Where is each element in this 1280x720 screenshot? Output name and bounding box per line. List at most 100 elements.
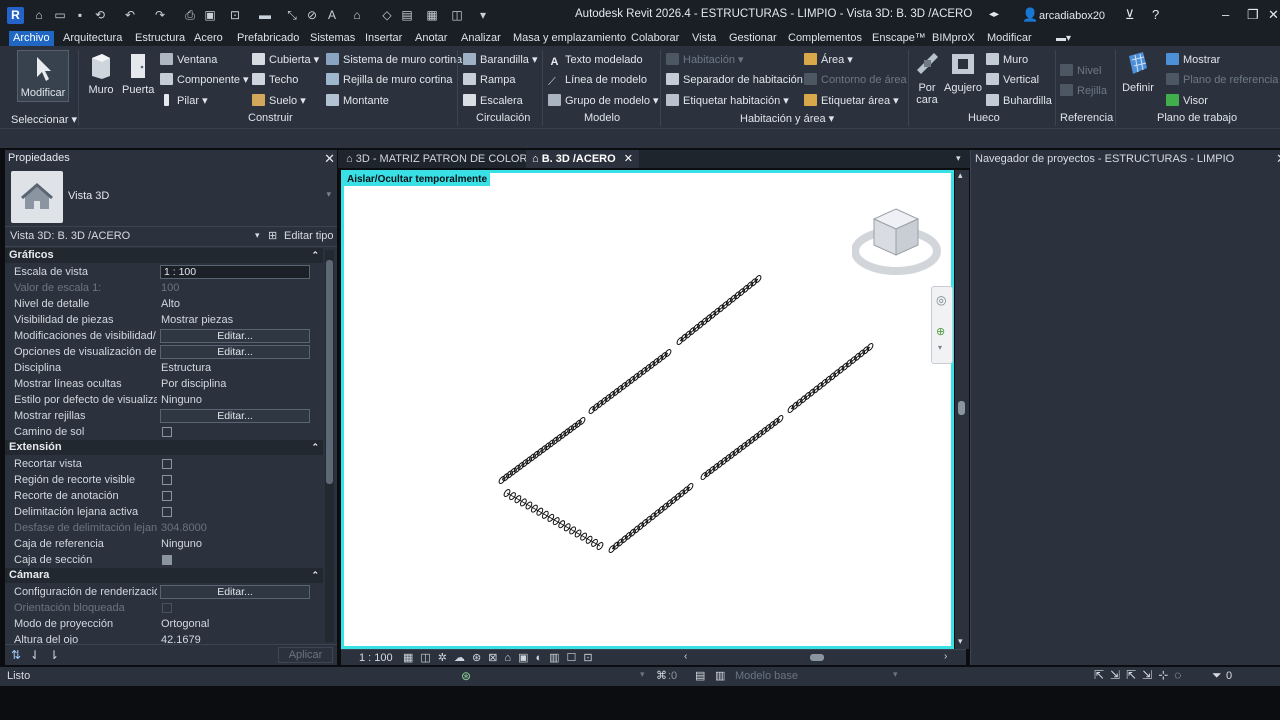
- area-button[interactable]: Área ▾: [804, 52, 853, 68]
- filter-icon[interactable]: ⏷: [1212, 668, 1222, 683]
- area-boundary-button[interactable]: Contorno de área: [804, 72, 907, 88]
- beam-line-1[interactable]: [498, 416, 586, 485]
- ceiling-button[interactable]: Techo: [252, 72, 298, 88]
- align-dim-icon[interactable]: ⤡: [285, 8, 299, 22]
- close-icon[interactable]: ✕: [1276, 151, 1280, 167]
- tab-colaborar[interactable]: Colaborar: [627, 31, 683, 46]
- properties-scrollbar[interactable]: [325, 250, 334, 642]
- property-checkbox[interactable]: [162, 555, 172, 565]
- collapse-icon[interactable]: ⌃: [311, 440, 319, 455]
- property-checkbox[interactable]: [162, 507, 172, 517]
- tab-modificar[interactable]: Modificar: [983, 31, 1036, 46]
- property-value[interactable]: Ninguno: [161, 392, 202, 408]
- tab-archivo[interactable]: Archivo: [9, 31, 54, 46]
- tab-prefabricado[interactable]: Prefabricado: [233, 31, 303, 46]
- beam-line-5[interactable]: [608, 482, 694, 554]
- edit-type-button[interactable]: Editar tipo: [284, 230, 334, 242]
- filter-count-icon[interactable]: ⌘: [656, 669, 667, 682]
- property-checkbox[interactable]: [162, 491, 172, 501]
- close-icon[interactable]: ✕: [324, 150, 335, 167]
- room-button[interactable]: Habitación ▾: [666, 52, 744, 68]
- tab-bimprox[interactable]: BIMproX: [928, 31, 979, 46]
- property-checkbox[interactable]: [162, 459, 172, 469]
- mullion-button[interactable]: Montante: [326, 93, 389, 109]
- user-name[interactable]: arcadiabox20: [1039, 10, 1105, 22]
- edit-button[interactable]: Editar...: [160, 585, 310, 599]
- editable-only-icon[interactable]: ▤: [695, 669, 705, 682]
- collapse-icon[interactable]: ⌃: [311, 248, 319, 263]
- print-icon[interactable]: ⎙: [183, 8, 197, 22]
- redo-icon[interactable]: ↷: [153, 8, 167, 22]
- dormer-button[interactable]: Buhardilla: [986, 93, 1052, 109]
- tab-anotar[interactable]: Anotar: [411, 31, 451, 46]
- close-icon[interactable]: ✕: [624, 153, 633, 165]
- wall-opening-button[interactable]: Muro: [986, 52, 1028, 68]
- door-button[interactable]: Puerta: [122, 52, 154, 96]
- component-button[interactable]: Componente ▾: [160, 72, 249, 88]
- revit-logo[interactable]: R: [7, 7, 24, 24]
- design-options-icon[interactable]: ▥: [715, 669, 725, 682]
- apply-button[interactable]: Aplicar: [278, 647, 333, 663]
- level-button[interactable]: Nivel: [1060, 63, 1101, 79]
- property-value[interactable]: Ninguno: [161, 536, 202, 552]
- tile-icon[interactable]: ◫: [450, 8, 464, 22]
- selection-options-icons[interactable]: ⇱⇲⇱⇲⊹◌: [1094, 668, 1187, 682]
- section-icon[interactable]: ◇: [380, 8, 394, 22]
- collapse-icon[interactable]: ⌃: [311, 568, 319, 583]
- model-group-button[interactable]: Grupo de modelo ▾: [548, 93, 659, 109]
- view-scale[interactable]: 1 : 100: [359, 652, 393, 664]
- tab-acero[interactable]: Acero: [190, 31, 227, 46]
- ramp-button[interactable]: Rampa: [463, 72, 515, 88]
- tab-3d-matriz[interactable]: ⌂ 3D - MATRIZ PATRON DE COLOR: [340, 150, 533, 168]
- section-header[interactable]: Extensión ⌃: [5, 440, 323, 455]
- edit-button[interactable]: Editar...: [160, 345, 310, 359]
- beam-line-2[interactable]: [588, 348, 672, 415]
- 3d-viewport[interactable]: Aislar/Ocultar temporalmente ◎ ⊕ ▾: [341, 170, 954, 649]
- scrollbar-thumb[interactable]: [958, 401, 965, 415]
- customize-qat-icon[interactable]: ▾: [476, 8, 490, 22]
- panel-toggle-icon[interactable]: ▬▾: [1052, 31, 1075, 46]
- horizontal-scroll-thumb[interactable]: [810, 654, 824, 661]
- property-value[interactable]: Alto: [161, 296, 180, 312]
- tab-enscape[interactable]: Enscape™: [868, 31, 930, 46]
- edit-button[interactable]: Editar...: [160, 329, 310, 343]
- ref-plane-button[interactable]: Plano de referencia: [1166, 72, 1278, 88]
- tab-estructura[interactable]: Estructura: [131, 31, 189, 46]
- wall-button[interactable]: Muro: [86, 52, 116, 96]
- roof-button[interactable]: Cubierta ▾: [252, 52, 319, 68]
- scroll-up-icon[interactable]: ▴: [958, 170, 963, 181]
- model-line-button[interactable]: ⟋ Línea de modelo: [548, 72, 647, 88]
- railing-button[interactable]: Barandilla ▾: [463, 52, 538, 68]
- steering-wheel-icon[interactable]: ◎: [936, 293, 946, 307]
- close-icon[interactable]: ✕: [1268, 7, 1279, 23]
- by-face-button[interactable]: Por cara: [912, 50, 942, 106]
- property-value[interactable]: Estructura: [161, 360, 211, 376]
- tab-vista[interactable]: Vista: [688, 31, 720, 46]
- scroll-left-icon[interactable]: ‹: [684, 651, 687, 662]
- view-instance-dropdown[interactable]: Vista 3D: B. 3D /ACERO: [10, 230, 130, 242]
- column-button[interactable]: Pilar ▾: [160, 93, 208, 109]
- scroll-right-icon[interactable]: ›: [944, 651, 947, 662]
- undo-icon[interactable]: ↶: [123, 8, 137, 22]
- curtain-system-button[interactable]: Sistema de muro cortina: [326, 52, 462, 68]
- zoom-icon[interactable]: ⊕: [936, 325, 945, 338]
- beam-line-7[interactable]: [787, 342, 874, 414]
- property-checkbox[interactable]: [162, 427, 172, 437]
- property-value[interactable]: Ortogonal: [161, 616, 209, 632]
- modify-button[interactable]: Modificar: [17, 50, 69, 102]
- save-icon[interactable]: ▪: [73, 8, 87, 22]
- view-scale-input[interactable]: 1 : 100: [160, 265, 310, 279]
- viewport-scrollbar[interactable]: ▴ ▾: [955, 170, 969, 649]
- workset-icon[interactable]: ⊛: [461, 669, 471, 683]
- 3d-view-icon[interactable]: ⌂: [350, 8, 364, 22]
- scrollbar-thumb[interactable]: [326, 260, 333, 484]
- tag-area-button[interactable]: Etiquetar área ▾: [804, 93, 899, 109]
- model-text-button[interactable]: A Texto modelado: [548, 52, 643, 68]
- tab-masa[interactable]: Masa y emplazamiento: [509, 31, 630, 46]
- beam-line-6[interactable]: [700, 414, 784, 481]
- edit-button[interactable]: Editar...: [160, 409, 310, 423]
- property-value[interactable]: Mostrar piezas: [161, 312, 233, 328]
- open-icon[interactable]: ▭: [53, 8, 67, 22]
- chevron-down-icon[interactable]: ▾: [938, 343, 942, 352]
- floor-button[interactable]: Suelo ▾: [252, 93, 306, 109]
